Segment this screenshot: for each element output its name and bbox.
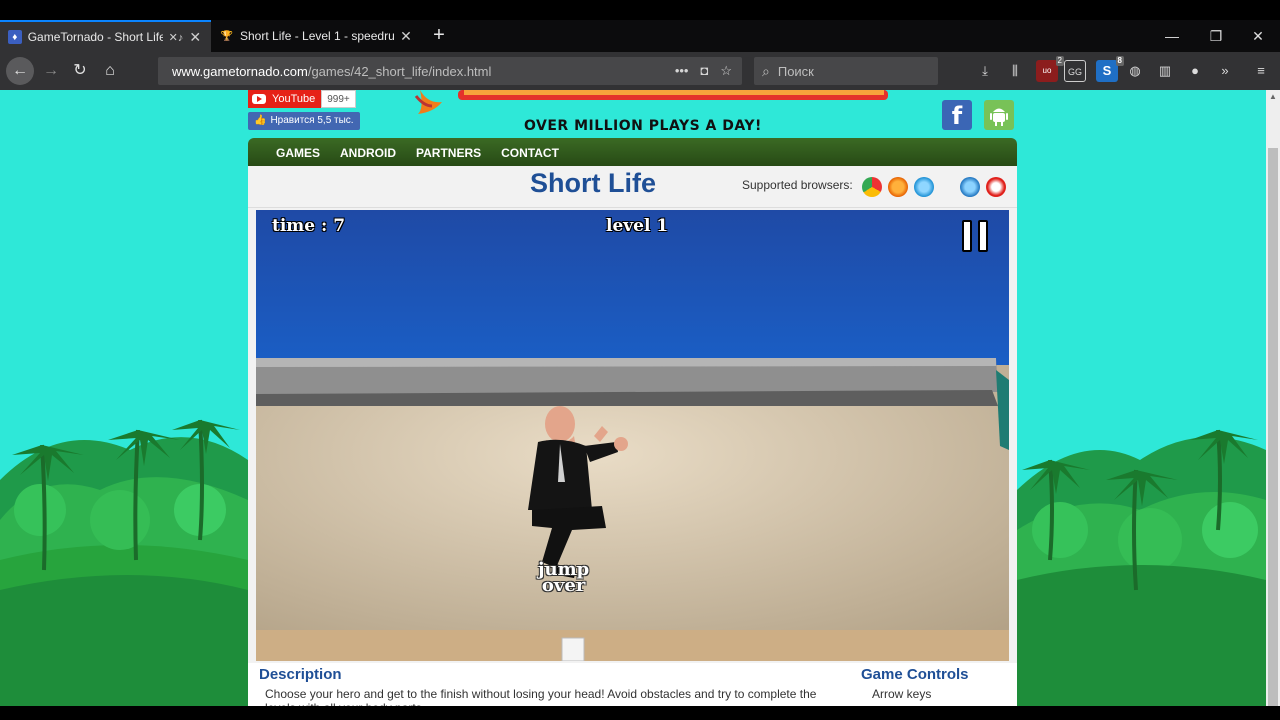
chrome-icon: [862, 177, 882, 197]
tab-title: Short Life - Level 1 - speedrun.c: [240, 29, 394, 43]
color-extension-icon[interactable]: ●: [1184, 60, 1206, 82]
menu-partners[interactable]: PARTNERS: [416, 138, 481, 166]
thumbs-up-icon: 👍: [254, 115, 267, 126]
jump-over-hint: jump over: [538, 561, 589, 596]
pause-button[interactable]: [960, 218, 994, 256]
library-icon[interactable]: ⫼: [1004, 60, 1026, 82]
game-frame: time : 7 level 1 jump over: [248, 208, 1017, 663]
youtube-count: 999+: [321, 90, 356, 108]
bookmark-star-icon[interactable]: ☆: [720, 63, 732, 79]
site-container: YouTube 999+ 👍 Нравится 5,5 тыс. OVER MI…: [248, 90, 1017, 706]
description-heading: Description: [259, 666, 342, 683]
game-info: Description Choose your hero and get to …: [248, 663, 1017, 706]
description-text: Choose your hero and get to the finish w…: [265, 687, 817, 706]
gametornado-favicon-icon: ♦: [8, 30, 22, 44]
firefox-icon: [888, 177, 908, 197]
game-scene: [256, 210, 1009, 661]
youtube-label: YouTube: [272, 93, 316, 105]
globe-icon[interactable]: ◍: [1124, 60, 1146, 82]
ublock-icon[interactable]: uo 2: [1036, 56, 1064, 82]
tab-gametornado[interactable]: ♦ GameTornado - Short Life ✕♪ ✕: [0, 20, 211, 52]
facebook-like-text: Нравится 5,5 тыс.: [270, 115, 354, 126]
opera-icon: [986, 177, 1006, 197]
search-bar[interactable]: ⌕ Поиск: [754, 57, 938, 85]
minimize-icon[interactable]: —: [1150, 20, 1194, 52]
overflow-chevron-icon[interactable]: »: [1214, 60, 1236, 82]
android-icon[interactable]: [984, 100, 1014, 130]
close-tab-icon[interactable]: ✕: [187, 29, 203, 46]
sidebar-icon[interactable]: ▥: [1154, 60, 1176, 82]
time-counter: time : 7: [272, 216, 346, 236]
web-page: YouTube 999+ 👍 Нравится 5,5 тыс. OVER MI…: [0, 90, 1266, 706]
menu-hamburger-icon[interactable]: ≡: [1250, 60, 1272, 82]
url-text[interactable]: www.gametornado.com/games/42_short_life/…: [172, 64, 491, 79]
menu-games[interactable]: GAMES: [276, 138, 320, 166]
s-extension-badge: 8: [1115, 56, 1124, 66]
home-icon[interactable]: ⌂: [97, 59, 123, 83]
menu-android[interactable]: ANDROID: [340, 138, 396, 166]
site-slogan: OVER MILLION PLAYS A DAY!: [524, 118, 762, 134]
pause-icon: [962, 220, 972, 252]
trophy-favicon-icon: 🏆: [220, 30, 234, 42]
search-placeholder: Поиск: [777, 63, 814, 79]
facebook-icon[interactable]: f: [942, 100, 972, 130]
close-window-icon[interactable]: ✕: [1236, 20, 1280, 52]
hint-line-over: over: [541, 575, 586, 596]
site-menu: GAMES ANDROID PARTNERS CONTACT: [248, 138, 1017, 166]
forward-arrow-icon[interactable]: →: [38, 59, 64, 83]
back-arrow-icon[interactable]: ←: [6, 57, 34, 85]
game-controls-heading: Game Controls: [861, 666, 969, 683]
ublock-badge: 2: [1055, 56, 1064, 66]
downloads-icon[interactable]: ⤓: [974, 60, 996, 82]
url-path: /games/42_short_life/index.html: [307, 63, 492, 79]
ie-icon: [960, 177, 980, 197]
restore-icon[interactable]: ❐: [1194, 20, 1238, 52]
safari-icon: [914, 177, 934, 197]
supported-browsers-label: Supported browsers:: [742, 178, 853, 192]
url-bar[interactable]: ⓘ www.gametornado.com/games/42_short_lif…: [158, 57, 742, 673]
page-actions-icon[interactable]: •••: [675, 63, 689, 79]
tab-strip: ♦ GameTornado - Short Life ✕♪ ✕ 🏆 Short …: [0, 20, 1280, 52]
game-canvas[interactable]: time : 7 level 1 jump over: [256, 210, 1009, 661]
top-black-bar: [0, 0, 1280, 20]
new-tab-plus-icon[interactable]: +: [428, 20, 450, 52]
game-title-bar: Short Life Supported browsers:: [248, 166, 1017, 208]
gg-extension-icon[interactable]: GG: [1064, 60, 1086, 82]
youtube-play-icon: [252, 94, 266, 104]
url-host: www.gametornado.com: [172, 63, 308, 79]
game-controls-text: Arrow keys: [872, 687, 932, 701]
close-tab-icon[interactable]: ✕: [398, 28, 414, 45]
game-title: Short Life: [530, 168, 656, 198]
youtube-subscribe[interactable]: YouTube 999+: [248, 90, 356, 108]
facebook-like-button[interactable]: 👍 Нравится 5,5 тыс.: [248, 112, 360, 130]
level-indicator: level 1: [606, 216, 669, 236]
menu-contact[interactable]: CONTACT: [501, 138, 559, 166]
s-extension-icon[interactable]: S8: [1096, 56, 1124, 82]
page-scrollbar[interactable]: ▲: [1266, 90, 1280, 720]
reload-icon[interactable]: ↻: [67, 59, 93, 83]
scroll-up-icon[interactable]: ▲: [1266, 90, 1280, 104]
search-icon: ⌕: [762, 62, 770, 79]
pocket-icon[interactable]: ◘: [700, 63, 708, 79]
tab-title: GameTornado - Short Life: [27, 30, 163, 44]
pause-icon-bar: [978, 220, 988, 252]
mute-tab-icon[interactable]: ✕♪: [169, 31, 184, 44]
scrollbar-thumb[interactable]: [1268, 148, 1278, 720]
tab-speedrun[interactable]: 🏆 Short Life - Level 1 - speedrun.c ✕: [212, 20, 422, 52]
bottom-black-bar: [0, 706, 1280, 720]
